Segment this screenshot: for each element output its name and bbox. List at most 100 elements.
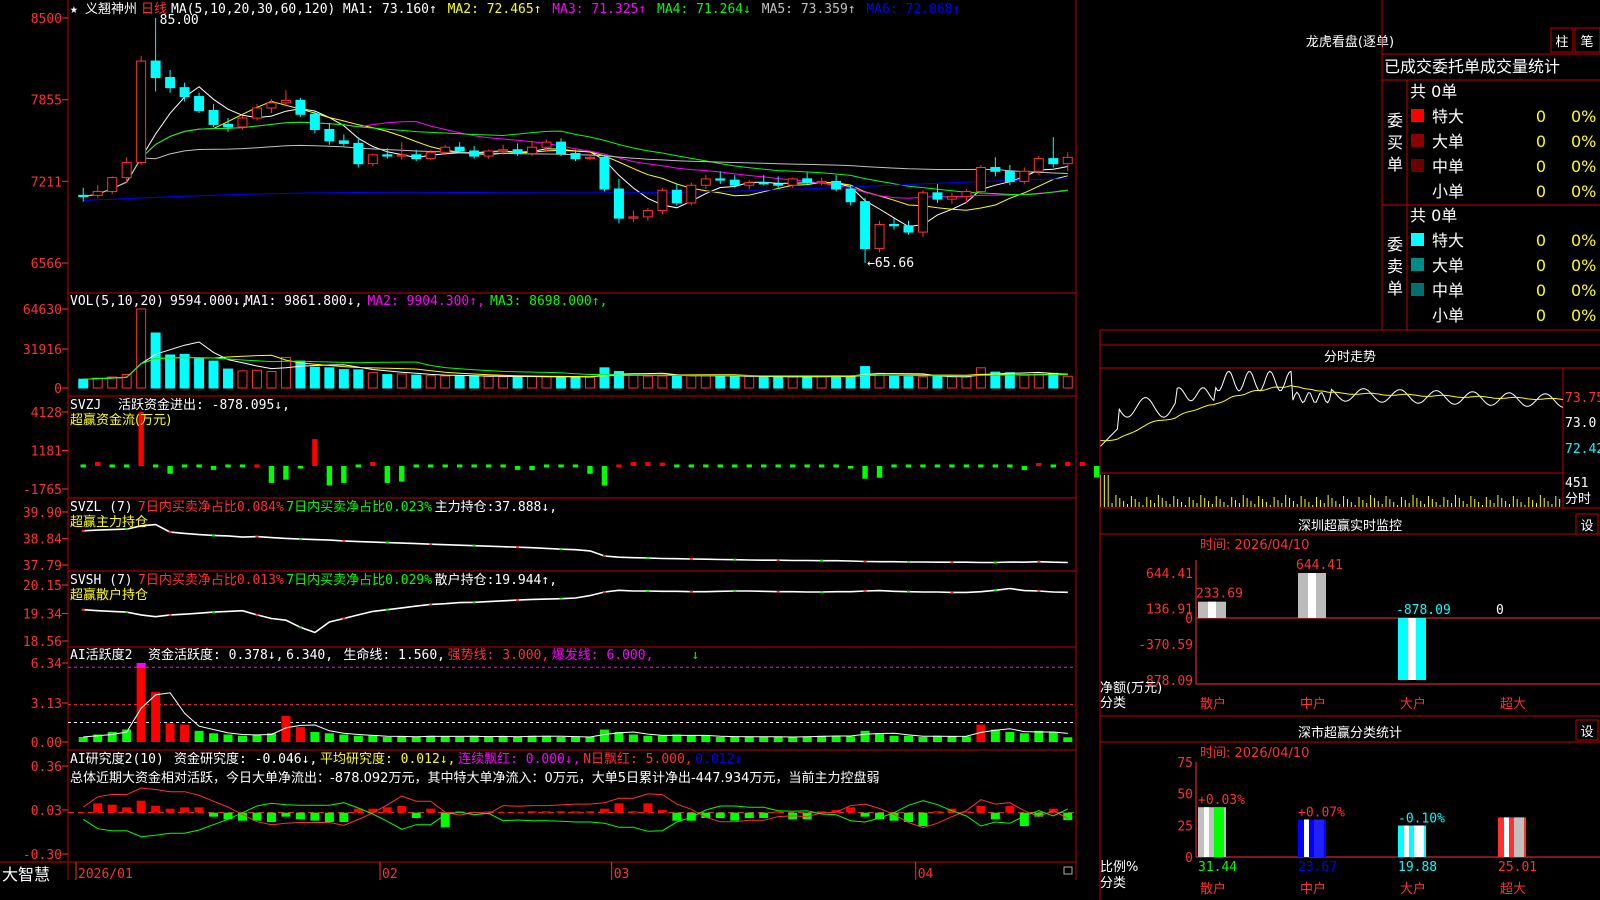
candle[interactable] bbox=[917, 190, 928, 238]
candle[interactable] bbox=[165, 69, 176, 93]
candle[interactable] bbox=[903, 220, 914, 235]
candle[interactable] bbox=[338, 134, 349, 146]
candle[interactable] bbox=[932, 183, 943, 203]
candle[interactable] bbox=[860, 197, 871, 263]
holding-dot bbox=[559, 548, 563, 551]
activity-bar bbox=[773, 737, 783, 742]
research-bar bbox=[860, 812, 870, 817]
candle[interactable] bbox=[136, 56, 147, 165]
candle[interactable] bbox=[92, 185, 103, 198]
fund-flow-bar bbox=[341, 465, 347, 483]
activity-bar bbox=[513, 737, 523, 742]
volume-bar bbox=[527, 376, 538, 389]
candle[interactable] bbox=[396, 142, 407, 160]
candle[interactable] bbox=[831, 175, 842, 192]
candle[interactable] bbox=[686, 182, 697, 206]
intraday-vol-bar bbox=[1508, 504, 1510, 507]
intraday-vol-bar bbox=[1188, 497, 1190, 507]
candle[interactable] bbox=[527, 140, 538, 157]
candle[interactable] bbox=[266, 99, 277, 114]
candle[interactable] bbox=[1048, 137, 1059, 168]
candle[interactable] bbox=[150, 18, 161, 92]
candle[interactable] bbox=[642, 208, 653, 221]
fund-flow-bar bbox=[152, 464, 159, 468]
candle[interactable] bbox=[715, 171, 726, 184]
intraday-vol-bar bbox=[1408, 503, 1410, 507]
activity-bar bbox=[686, 735, 696, 742]
candle[interactable] bbox=[657, 187, 668, 215]
candle[interactable] bbox=[628, 210, 639, 222]
candle[interactable] bbox=[1062, 152, 1073, 172]
sz-class-pane: 深市超赢分类统计 设时间: 2026/04/10 75 50 25 0 +0.03% 31.4… bbox=[1100, 719, 1600, 897]
sell-side-label: 卖 bbox=[1387, 257, 1403, 276]
activity-bar bbox=[295, 727, 305, 742]
candle[interactable] bbox=[1019, 167, 1030, 184]
candle-body bbox=[686, 184, 697, 204]
candle-body bbox=[223, 123, 234, 128]
volume-bar bbox=[773, 376, 784, 389]
candle[interactable] bbox=[744, 180, 755, 190]
candle[interactable] bbox=[975, 164, 986, 195]
candle[interactable] bbox=[208, 104, 219, 127]
candle[interactable] bbox=[483, 149, 494, 159]
candle[interactable] bbox=[121, 157, 132, 183]
holding-dot bbox=[863, 560, 867, 563]
candle[interactable] bbox=[961, 189, 972, 203]
candle[interactable] bbox=[599, 154, 610, 192]
intraday-vol-bar bbox=[1393, 502, 1395, 507]
candle[interactable] bbox=[237, 115, 248, 130]
candle[interactable] bbox=[251, 104, 262, 121]
candle[interactable] bbox=[194, 92, 205, 114]
volume-bar bbox=[715, 375, 726, 389]
ma-params: MA(5,10,20,30,60,120) bbox=[171, 2, 335, 17]
candle[interactable] bbox=[671, 183, 682, 206]
candle[interactable] bbox=[946, 192, 957, 205]
volume-bar bbox=[556, 376, 567, 389]
low-price-mark: ←65.66 bbox=[867, 256, 914, 271]
volume-bar bbox=[802, 376, 813, 389]
candle[interactable] bbox=[802, 172, 813, 184]
candle[interactable] bbox=[556, 138, 567, 157]
order-color-swatch bbox=[1411, 109, 1424, 122]
volume-bar bbox=[78, 378, 89, 389]
candle[interactable] bbox=[107, 176, 118, 195]
candle-body bbox=[628, 216, 639, 219]
intraday-vol-bar bbox=[1389, 499, 1391, 507]
volume-bar bbox=[686, 375, 697, 389]
research-bar bbox=[672, 812, 682, 821]
fund-flow-bar bbox=[703, 464, 709, 468]
candle[interactable] bbox=[845, 185, 856, 206]
down-arrow-icon: ↓ bbox=[691, 648, 699, 663]
candle[interactable] bbox=[990, 157, 1001, 177]
order-percent: 0% bbox=[1571, 231, 1596, 250]
candle[interactable] bbox=[613, 178, 624, 224]
candle[interactable] bbox=[324, 123, 335, 145]
candle[interactable] bbox=[367, 153, 378, 167]
holding-dot bbox=[255, 613, 259, 616]
candle[interactable] bbox=[78, 187, 89, 202]
intraday-vol-bar bbox=[1381, 504, 1383, 507]
fund-flow-bar bbox=[428, 464, 434, 468]
candle[interactable] bbox=[469, 145, 480, 159]
research-bar bbox=[990, 812, 1000, 820]
svsh-value: 7日内买卖净占比0.029% bbox=[286, 572, 432, 588]
intraday-vol-bar bbox=[1184, 505, 1186, 507]
research-bar bbox=[976, 806, 986, 813]
intraday-vol-bar bbox=[1404, 500, 1406, 507]
stock-chart[interactable]: 850078557211656685.00←65.66★ 义翘神州 日线 MA(5,1… bbox=[0, 0, 1600, 900]
candle[interactable] bbox=[353, 137, 364, 168]
fund-flow-bar bbox=[775, 464, 781, 468]
candle[interactable] bbox=[874, 220, 885, 253]
research-bar bbox=[411, 812, 421, 818]
candle[interactable] bbox=[700, 175, 711, 190]
aihy-value: 爆发线: 6.000, bbox=[552, 647, 654, 663]
volume-bar bbox=[1019, 374, 1030, 389]
fund-flow-bar bbox=[746, 464, 752, 468]
holding-dot bbox=[907, 560, 910, 563]
period-label: 日线 bbox=[141, 2, 167, 17]
candle[interactable] bbox=[295, 97, 306, 117]
candle[interactable] bbox=[309, 111, 320, 134]
candle[interactable] bbox=[179, 82, 190, 102]
intraday-vol-bar bbox=[1354, 505, 1356, 507]
volume-bar bbox=[483, 375, 494, 389]
